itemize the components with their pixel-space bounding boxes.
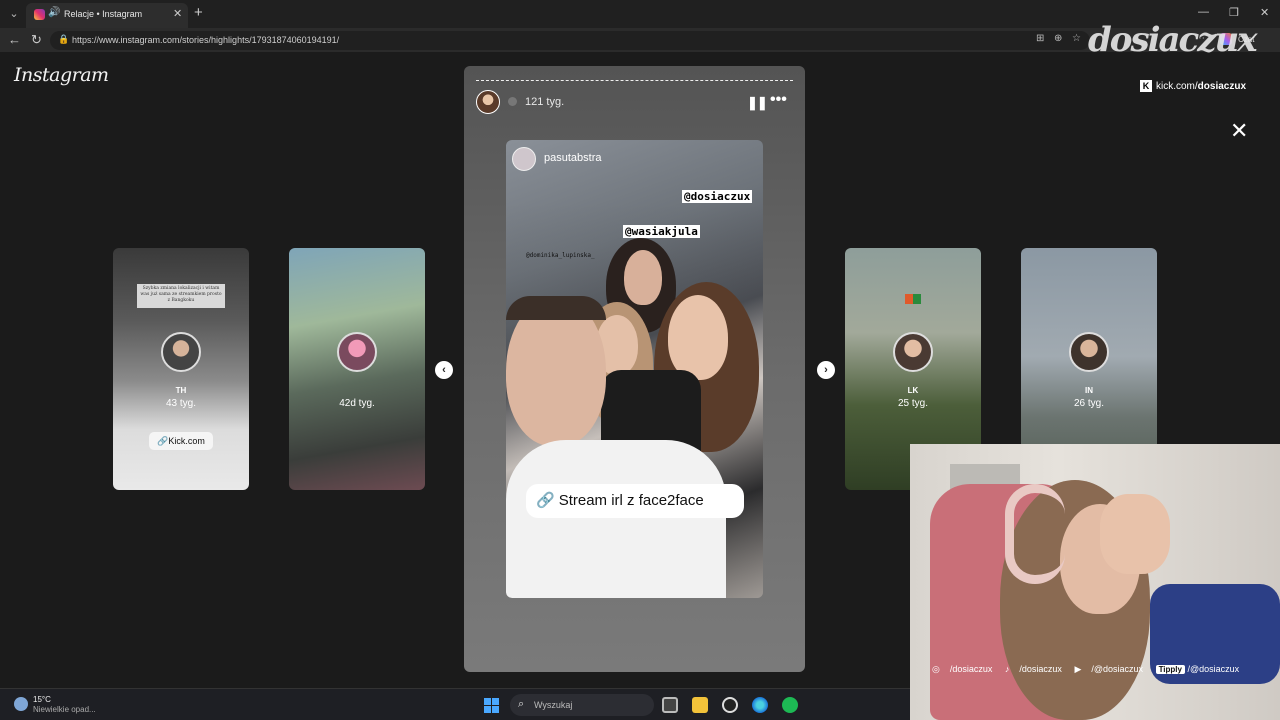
webcam-overlay: ◎ /dosiaczux ♪ /dosiaczux ▶ /@dosiaczux Tip… [910, 444, 1280, 720]
card-time: 25 tyg. [897, 398, 929, 409]
weather-temp[interactable]: 15°C [33, 695, 51, 704]
previous-story-button[interactable]: ‹ [435, 361, 453, 379]
site-info-icon[interactable]: 🔒 [58, 34, 69, 45]
card-name: TH [175, 386, 187, 395]
file-explorer-icon[interactable] [692, 697, 708, 713]
flag-icon [905, 294, 921, 304]
story-avatar[interactable] [476, 90, 500, 114]
refresh-icon[interactable]: ↻ [31, 32, 42, 48]
search-icon: ⌕ [518, 698, 525, 710]
favorite-star-icon[interactable]: ☆ [1072, 33, 1081, 44]
app-icon[interactable] [722, 697, 738, 713]
kick-channel-link: Kkick.com/dosiaczux [1140, 80, 1246, 92]
card-time: 42d tyg. [339, 398, 375, 409]
white-tshirt [506, 440, 726, 598]
card-time: 43 tyg. [165, 398, 197, 409]
link-icon: 🔗 [536, 492, 555, 509]
tiktok-handle: /dosiaczux [1019, 664, 1062, 674]
browser-tab[interactable]: 🔊 Relacje • Instagram ✕ [26, 3, 188, 28]
link-sticker[interactable]: 🔗Kick.com [149, 432, 213, 450]
avatar [161, 332, 201, 372]
photo-username: pasutabstra [544, 152, 602, 164]
tab-title: Relacje • Instagram [64, 9, 143, 19]
spotify-icon[interactable] [782, 697, 798, 713]
minimize-icon[interactable]: — [1198, 6, 1209, 18]
person-face [624, 250, 662, 305]
window-close-icon[interactable]: ✕ [1260, 6, 1269, 19]
person-face [668, 295, 728, 380]
story-preview-th[interactable]: Szybka zmiana lokalizacji i witam was ju… [113, 248, 249, 490]
tiktok-icon: ♪ [1004, 664, 1010, 674]
photo-user-avatar [512, 147, 536, 171]
tab-close-icon[interactable]: ✕ [173, 7, 182, 20]
taskbar-search[interactable]: ⌕ Wyszukaj [510, 694, 654, 716]
instagram-icon: ◎ [932, 664, 940, 674]
card-name: IN [1085, 386, 1093, 395]
link-sticker-label: Kick.com [168, 436, 205, 446]
url-text[interactable]: https://www.instagram.com/stories/highli… [72, 35, 339, 45]
highlight-icon [508, 97, 517, 106]
active-story[interactable]: 121 tyg. ❚❚ ••• pasutabstra @dosiaczux @… [464, 66, 805, 672]
tipply-handle: /@dosiaczux [1187, 664, 1240, 674]
back-icon[interactable]: ← [8, 32, 21, 47]
link-sticker[interactable]: 🔗 Stream irl z face2face [526, 484, 744, 518]
start-icon[interactable] [484, 698, 499, 713]
hand [1100, 494, 1170, 574]
avatar [893, 332, 933, 372]
card-name: LK [907, 386, 919, 395]
avatar [1069, 332, 1109, 372]
close-story-icon[interactable]: ✕ [1230, 118, 1248, 144]
story-caption: Szybka zmiana lokalizacji i witam was ju… [137, 284, 225, 308]
youtube-handle: /@dosiaczux [1091, 664, 1144, 674]
avatar [337, 332, 377, 372]
taskbar: 15°C Niewielkie opad... ⌕ Wyszukaj [0, 688, 910, 720]
link-icon: 🔗 [157, 436, 169, 446]
streamer-logo: dosiaczux [1088, 20, 1258, 60]
tipply-badge: Tipply [1155, 665, 1185, 674]
card-time: 26 tyg. [1073, 398, 1105, 409]
restore-icon[interactable]: ❐ [1229, 6, 1239, 19]
headphones [1005, 484, 1065, 584]
social-links: ◎ /dosiaczux ♪ /dosiaczux ▶ /@dosiaczux Tip… [932, 664, 1239, 675]
weather-icon[interactable] [14, 697, 28, 711]
speaker-icon[interactable]: 🔊 [48, 7, 60, 18]
kick-handle: dosiaczux [1197, 81, 1247, 92]
instagram-favicon-icon [34, 9, 45, 20]
zoom-icon[interactable]: ⊕ [1054, 33, 1062, 44]
pause-icon[interactable]: ❚❚ [747, 95, 768, 111]
youtube-icon: ▶ [1074, 664, 1082, 674]
kick-prefix: kick.com/ [1156, 81, 1198, 92]
search-placeholder: Wyszukaj [534, 700, 573, 710]
story-preview-2[interactable]: 42d tyg. [289, 248, 425, 490]
story-time: 121 tyg. [525, 96, 565, 108]
weather-description[interactable]: Niewielkie opad... [33, 705, 96, 714]
person-hair [506, 296, 606, 320]
mention-tag[interactable]: @dominika_lupinska_ [526, 252, 595, 259]
instagram-handle: /dosiaczux [949, 664, 993, 674]
next-story-button[interactable]: › [817, 361, 835, 379]
tab-actions-icon[interactable]: ⌄ [6, 6, 22, 22]
story-progress-bar [476, 80, 793, 82]
url-field[interactable]: 🔒 https://www.instagram.com/stories/high… [50, 31, 1090, 50]
link-sticker-label: Stream irl z face2face [558, 492, 704, 509]
edge-icon[interactable] [752, 697, 768, 713]
task-view-icon[interactable] [662, 697, 678, 713]
new-tab-button[interactable]: + [194, 4, 203, 21]
more-options-icon[interactable]: ••• [770, 91, 787, 109]
instagram-logo[interactable]: Instagram [14, 64, 109, 86]
mention-tag[interactable]: @dosiaczux [682, 190, 753, 203]
story-photo: pasutabstra @dosiaczux @wasiakjula @domi… [506, 140, 763, 598]
kick-icon: K [1140, 80, 1152, 92]
mention-tag[interactable]: @wasiakjula [623, 225, 700, 238]
apps-icon[interactable]: ⊞ [1036, 33, 1044, 44]
